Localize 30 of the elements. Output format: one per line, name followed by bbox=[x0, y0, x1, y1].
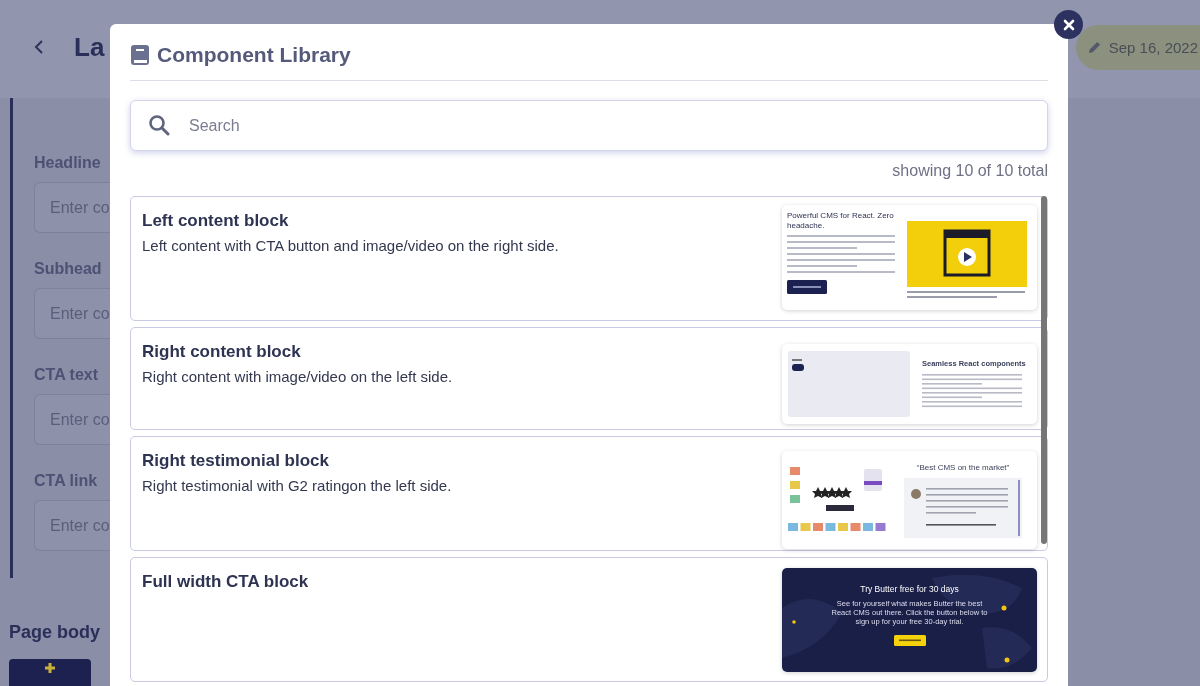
field-label: CTA link bbox=[34, 472, 98, 491]
close-icon bbox=[1062, 18, 1075, 31]
section-title: Page body bbox=[9, 622, 101, 643]
component-name: Left content block bbox=[142, 211, 290, 231]
result-count: showing 10 of 10 total bbox=[892, 162, 1048, 180]
component-card[interactable]: Right testimonial block Right testimonial with G2 ratingon the left side. “Best CMS on the market” bbox=[130, 436, 1048, 551]
component-name: Right content block bbox=[142, 342, 302, 362]
pencil-icon bbox=[1087, 40, 1101, 54]
plus-icon bbox=[43, 663, 57, 673]
search-icon bbox=[148, 114, 170, 136]
back-icon[interactable] bbox=[34, 40, 44, 54]
search-field[interactable]: Search bbox=[130, 100, 1048, 151]
component-name: Full width CTA block bbox=[142, 572, 309, 592]
preview-cta-button bbox=[787, 280, 827, 295]
preview-heading: “Best CMS on the market” bbox=[916, 462, 1010, 472]
preview-cta-button bbox=[893, 635, 926, 646]
field-label: Subhead bbox=[34, 260, 102, 279]
page-title: La bbox=[74, 31, 105, 63]
component-description: Left content with CTA button and image/video on the right side. bbox=[142, 237, 559, 254]
book-icon bbox=[130, 44, 150, 66]
modal-title: Component Library bbox=[157, 43, 351, 67]
component-description: Right testimonial with G2 ratingon the left side. bbox=[142, 477, 452, 494]
component-name: Right testimonial block bbox=[142, 451, 331, 471]
component-description: Right content with image/video on the left side. bbox=[142, 368, 453, 385]
field-label: CTA text bbox=[34, 366, 98, 385]
preview-heading: Powerful CMS for React. Zero headache. bbox=[787, 211, 895, 231]
field-label: Headline bbox=[34, 154, 101, 173]
component-card[interactable]: Left content block Left content with CTA button and image/video on the right side. Powerful CMS for React. Zero headache. bbox=[130, 196, 1048, 321]
scrollbar-thumb[interactable] bbox=[1041, 196, 1047, 544]
preview-heading: Try Butter free for 30 days bbox=[860, 584, 959, 594]
